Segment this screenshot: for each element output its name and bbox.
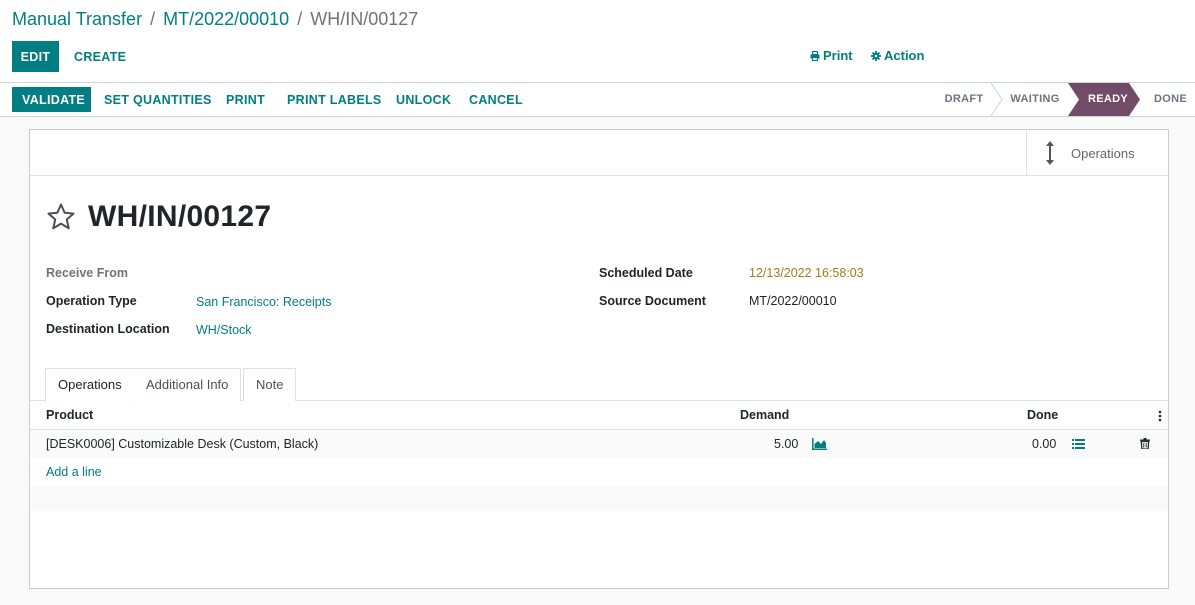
stage-draft[interactable]: DRAFT — [935, 83, 993, 116]
trash-icon[interactable] — [1140, 438, 1150, 449]
stage-done[interactable]: DONE — [1146, 83, 1195, 116]
star-icon[interactable] — [46, 202, 76, 232]
printer-icon — [810, 50, 820, 61]
stage-waiting[interactable]: WAITING — [1002, 83, 1068, 116]
empty-row — [30, 486, 1168, 511]
operation-type-label: Operation Type — [46, 294, 137, 308]
statusbar: VALIDATE SET QUANTITIES PRINT PRINT LABE… — [0, 83, 1195, 117]
destination-location-value[interactable]: WH/Stock — [196, 323, 252, 337]
cancel-button[interactable]: CANCEL — [459, 87, 533, 112]
form-sheet: Operations WH/IN/00127 Receive From Oper… — [29, 129, 1169, 589]
receive-from-label: Receive From — [46, 266, 128, 280]
breadcrumb-current: WH/IN/00127 — [310, 9, 419, 29]
unlock-button[interactable]: UNLOCK — [386, 87, 461, 112]
set-quantities-button[interactable]: SET QUANTITIES — [94, 87, 222, 112]
tab-operations[interactable]: Operations — [45, 368, 135, 402]
tab-additional-info[interactable]: Additional Info — [134, 368, 242, 401]
breadcrumb-manual-transfer[interactable]: Manual Transfer — [12, 9, 142, 29]
row-product[interactable]: [DESK0006] Customizable Desk (Custom, Bl… — [46, 437, 318, 451]
add-line-link[interactable]: Add a line — [46, 465, 102, 479]
source-document-value: MT/2022/00010 — [749, 294, 837, 308]
scheduled-date-label: Scheduled Date — [599, 266, 693, 280]
control-panel: Manual Transfer / MT/2022/00010 / WH/IN/… — [0, 0, 1195, 83]
operations-smart-button[interactable]: Operations — [1026, 130, 1168, 176]
operation-type-value[interactable]: San Francisco: Receipts — [196, 295, 331, 309]
action-label: Action — [884, 48, 925, 63]
breadcrumb-separator: / — [297, 9, 303, 29]
source-document-label: Source Document — [599, 294, 706, 308]
smart-button-label: Operations — [1071, 145, 1135, 161]
destination-location-label: Destination Location — [46, 322, 170, 336]
area-chart-icon[interactable] — [812, 438, 827, 450]
notebook-tabs: Operations Additional Info Note — [30, 368, 1168, 402]
print-labels-button[interactable]: PRINT LABELS — [277, 87, 392, 112]
row-demand: 5.00 — [774, 437, 799, 451]
record-name: WH/IN/00127 — [88, 200, 272, 233]
stage-ready: READY — [1087, 93, 1128, 105]
column-header-product[interactable]: Product — [46, 408, 93, 422]
breadcrumb-source-transfer[interactable]: MT/2022/00010 — [163, 9, 289, 29]
breadcrumb: Manual Transfer / MT/2022/00010 / WH/IN/… — [12, 9, 418, 30]
print-button[interactable]: PRINT — [216, 87, 275, 112]
create-button[interactable]: CREATE — [66, 41, 134, 72]
button-box: Operations — [30, 130, 1168, 176]
validate-button[interactable]: VALIDATE — [12, 87, 91, 112]
record-title: WH/IN/00127 — [46, 200, 271, 234]
column-header-demand[interactable]: Demand — [740, 408, 789, 422]
tab-note[interactable]: Note — [243, 368, 297, 401]
action-dropdown[interactable]: Action — [871, 48, 924, 63]
breadcrumb-separator: / — [150, 9, 156, 29]
gear-icon — [871, 50, 881, 61]
edit-button[interactable]: EDIT — [12, 41, 59, 72]
print-dropdown[interactable]: Print — [810, 48, 853, 63]
detailed-operations-icon[interactable] — [1072, 439, 1085, 449]
print-label: Print — [823, 48, 853, 63]
optional-columns-icon[interactable] — [1158, 410, 1162, 422]
arrows-vertical-icon — [1046, 141, 1054, 165]
scheduled-date-value: 12/13/2022 16:58:03 — [749, 266, 864, 280]
row-done: 0.00 — [1032, 437, 1057, 451]
column-header-done[interactable]: Done — [1027, 408, 1058, 422]
